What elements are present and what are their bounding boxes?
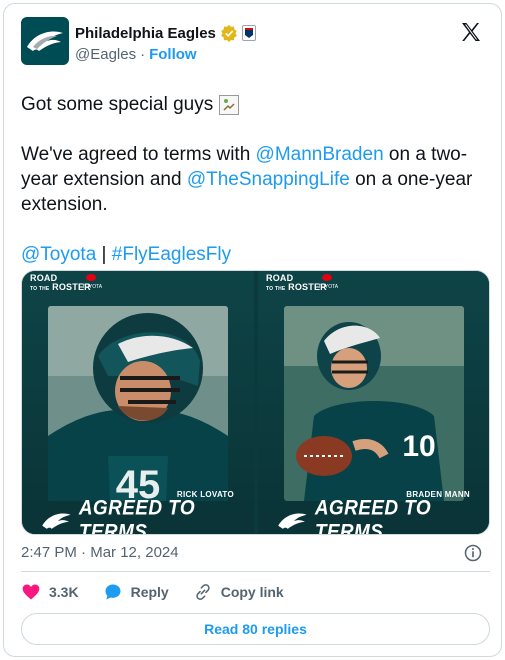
eagles-wing-icon xyxy=(42,513,71,529)
reply-bubble-icon xyxy=(105,584,121,600)
toyota-wordmark: TOYOTA xyxy=(82,284,103,290)
tweet-timestamp[interactable]: 2:47 PM · Mar 12, 2024 xyxy=(21,544,179,561)
tweet-date: Mar 12, 2024 xyxy=(90,544,179,561)
tweet-media: ROAD TO THE ROSTER TOYOTA 45 RICK LOVATO… xyxy=(21,270,490,535)
copy-link-button[interactable]: Copy link xyxy=(193,582,284,602)
toyota-logo-icon xyxy=(322,274,332,281)
agreed-banner-right: AGREED TO TERMS xyxy=(274,496,489,535)
copy-link-label: Copy link xyxy=(220,584,284,600)
heart-icon xyxy=(22,584,40,600)
toyota-wordmark: TOYOTA xyxy=(318,284,339,290)
tweet-time: 2:47 PM xyxy=(21,544,77,561)
account-name-row: Philadelphia Eagles xyxy=(75,24,256,42)
handle-row: @Eagles · Follow xyxy=(75,46,197,63)
avatar[interactable] xyxy=(21,17,69,65)
link-icon xyxy=(196,584,210,600)
account-handle[interactable]: @Eagles xyxy=(75,46,136,63)
tweet-text: Got some special guys We've agreed to te… xyxy=(21,92,491,267)
reply-label: Reply xyxy=(130,584,169,600)
agreed-to-terms-text: AGREED TO TERMS xyxy=(314,496,432,535)
toyota-logo-icon xyxy=(86,274,96,281)
media-image-braden-mann[interactable]: ROAD TO THE ROSTER TOYOTA 10 BRADEN MANN… xyxy=(258,271,489,535)
tweet-card: Philadelphia Eagles @Eagles · Follow Got… xyxy=(3,3,502,657)
meta-separator: · xyxy=(81,544,87,561)
mention-link-mannbraden[interactable]: @MannBraden xyxy=(256,144,384,165)
like-button[interactable]: 3.3K xyxy=(21,582,79,602)
handle-separator: · xyxy=(140,46,146,63)
mention-link-thesnappinglife[interactable]: @TheSnappingLife xyxy=(187,169,350,190)
tweet-text-segment: We've agreed to terms with xyxy=(21,144,256,165)
broken-emoji-image-icon xyxy=(219,95,240,115)
action-bar: 3.3K Reply Copy link xyxy=(21,582,308,602)
info-icon[interactable] xyxy=(463,543,483,563)
follow-button[interactable]: Follow xyxy=(149,46,197,63)
nfl-affiliate-icon[interactable] xyxy=(241,25,256,41)
tag-separator: | xyxy=(96,244,112,265)
sponsor-line-2: TO THE xyxy=(30,286,50,292)
sponsor-line-2: TO THE xyxy=(266,286,286,292)
media-image-rick-lovato[interactable]: ROAD TO THE ROSTER TOYOTA 45 RICK LOVATO… xyxy=(22,271,254,535)
eagles-logo-icon xyxy=(27,31,63,51)
x-logo-icon[interactable] xyxy=(459,20,483,44)
like-count: 3.3K xyxy=(49,584,79,600)
agreed-banner-left: AGREED TO TERMS xyxy=(38,496,254,535)
read-replies-button[interactable]: Read 80 replies xyxy=(21,613,490,645)
player-photo-mann: 10 xyxy=(284,306,464,501)
reply-button[interactable]: Reply xyxy=(103,582,169,602)
tweet-line-3: @Toyota | #FlyEaglesFly xyxy=(21,242,491,267)
tweet-line-1: Got some special guys xyxy=(21,92,491,117)
hashtag-link-flyeaglesfly[interactable]: #FlyEaglesFly xyxy=(112,244,231,265)
agreed-to-terms-text: AGREED TO TERMS xyxy=(78,496,196,535)
player-photo-lovato: 45 xyxy=(48,306,228,501)
read-replies-label: Read 80 replies xyxy=(204,621,307,637)
verified-badge-icon xyxy=(221,24,237,42)
mention-link-toyota[interactable]: @Toyota xyxy=(21,244,96,265)
account-name[interactable]: Philadelphia Eagles xyxy=(75,25,216,42)
tweet-intro: Got some special guys xyxy=(21,94,214,115)
divider xyxy=(21,571,490,572)
eagles-wing-icon xyxy=(278,513,307,529)
jersey-number-lovato: 45 xyxy=(116,463,161,501)
jersey-number-mann: 10 xyxy=(402,430,435,463)
tweet-line-2: We've agreed to terms with @MannBraden o… xyxy=(21,142,491,217)
